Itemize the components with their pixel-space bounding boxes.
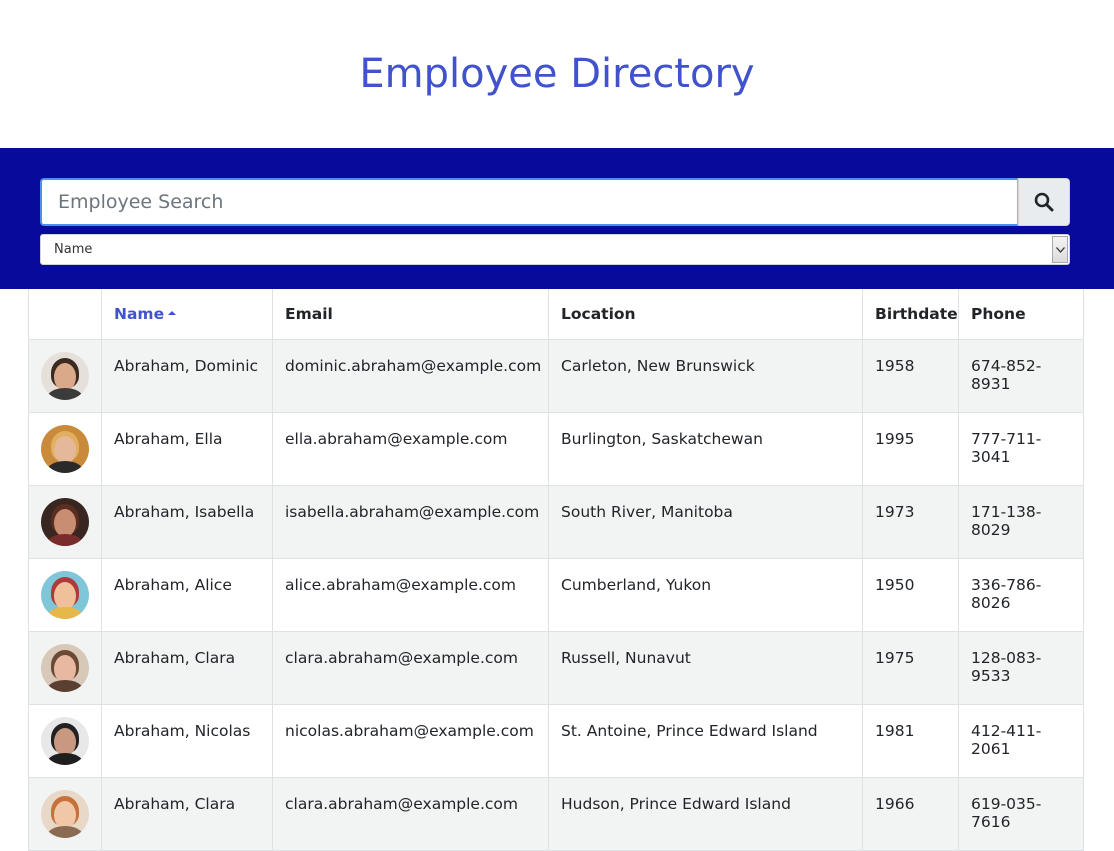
search-button[interactable] — [1018, 178, 1070, 226]
cell-birthdate: 1950 — [862, 557, 959, 632]
search-input[interactable] — [40, 178, 1018, 226]
table-body: Abraham, Dominic dominic.abraham@example.… — [28, 338, 1084, 851]
cell-birthdate: 1966 — [862, 776, 959, 851]
column-header-email[interactable]: Email — [272, 289, 549, 340]
cell-email: dominic.abraham@example.com — [272, 338, 549, 413]
avatar-cell — [28, 630, 102, 705]
cell-birthdate: 1975 — [862, 630, 959, 705]
cell-name: Abraham, Dominic — [101, 338, 273, 413]
avatar-cell — [28, 703, 102, 778]
cell-phone: 777-711-3041 — [958, 411, 1084, 486]
avatar-cell — [28, 338, 102, 413]
column-header-name[interactable]: Name — [101, 289, 273, 340]
page-title: Employee Directory — [359, 51, 755, 97]
column-header-phone[interactable]: Phone — [958, 289, 1084, 340]
cell-phone: 171-138-8029 — [958, 484, 1084, 559]
cell-name: Abraham, Isabella — [101, 484, 273, 559]
avatar-cell — [28, 484, 102, 559]
employee-table: Name Email Location Birthdate Phone Abra… — [28, 289, 1084, 851]
table-row: Abraham, Clara clara.abraham@example.com H… — [28, 776, 1084, 851]
avatar-cell — [28, 411, 102, 486]
avatar — [41, 497, 89, 546]
avatar — [41, 643, 89, 692]
sort-by-select[interactable]: Name — [40, 234, 1070, 265]
search-panel: Name — [0, 148, 1114, 289]
cell-birthdate: 1981 — [862, 703, 959, 778]
column-header-image — [28, 289, 102, 340]
sort-ascending-icon — [168, 310, 177, 315]
cell-name: Abraham, Ella — [101, 411, 273, 486]
column-header-location[interactable]: Location — [548, 289, 863, 340]
header: Employee Directory — [0, 0, 1114, 148]
cell-email: nicolas.abraham@example.com — [272, 703, 549, 778]
avatar — [41, 570, 89, 619]
cell-email: ella.abraham@example.com — [272, 411, 549, 486]
table-row: Abraham, Isabella isabella.abraham@exampl… — [28, 484, 1084, 559]
cell-email: alice.abraham@example.com — [272, 557, 549, 632]
avatar — [41, 716, 89, 765]
cell-location: Carleton, New Brunswick — [548, 338, 863, 413]
cell-phone: 128-083-9533 — [958, 630, 1084, 705]
cell-email: clara.abraham@example.com — [272, 630, 549, 705]
table-row: Abraham, Alice alice.abraham@example.com C… — [28, 557, 1084, 632]
sort-by-select-value: Name — [54, 242, 93, 257]
cell-location: St. Antoine, Prince Edward Island — [548, 703, 863, 778]
avatar-cell — [28, 776, 102, 851]
table-row: Abraham, Nicolas nicolas.abraham@example.… — [28, 703, 1084, 778]
cell-name: Abraham, Nicolas — [101, 703, 273, 778]
table-row: Abraham, Dominic dominic.abraham@example.… — [28, 338, 1084, 413]
avatar — [41, 351, 89, 400]
cell-name: Abraham, Alice — [101, 557, 273, 632]
cell-location: Cumberland, Yukon — [548, 557, 863, 632]
table-row: Abraham, Clara clara.abraham@example.com R… — [28, 630, 1084, 705]
employee-table-container: Name Email Location Birthdate Phone Abra… — [28, 289, 1084, 851]
chevron-down-icon[interactable] — [1052, 236, 1068, 263]
cell-name: Abraham, Clara — [101, 776, 273, 851]
search-icon — [1034, 192, 1054, 212]
search-row — [40, 178, 1070, 226]
cell-location: South River, Manitoba — [548, 484, 863, 559]
cell-phone: 674-852-8931 — [958, 338, 1084, 413]
cell-name: Abraham, Clara — [101, 630, 273, 705]
cell-location: Russell, Nunavut — [548, 630, 863, 705]
table-row: Abraham, Ella ella.abraham@example.com Bur… — [28, 411, 1084, 486]
cell-birthdate: 1973 — [862, 484, 959, 559]
cell-location: Burlington, Saskatchewan — [548, 411, 863, 486]
cell-phone: 336-786-8026 — [958, 557, 1084, 632]
cell-email: isabella.abraham@example.com — [272, 484, 549, 559]
cell-phone: 412-411-2061 — [958, 703, 1084, 778]
cell-phone: 619-035-7616 — [958, 776, 1084, 851]
table-header-row: Name Email Location Birthdate Phone — [28, 289, 1084, 340]
cell-birthdate: 1995 — [862, 411, 959, 486]
cell-birthdate: 1958 — [862, 338, 959, 413]
avatar — [41, 789, 89, 838]
column-header-birthdate[interactable]: Birthdate — [862, 289, 959, 340]
cell-location: Hudson, Prince Edward Island — [548, 776, 863, 851]
avatar-cell — [28, 557, 102, 632]
cell-email: clara.abraham@example.com — [272, 776, 549, 851]
avatar — [41, 424, 89, 473]
